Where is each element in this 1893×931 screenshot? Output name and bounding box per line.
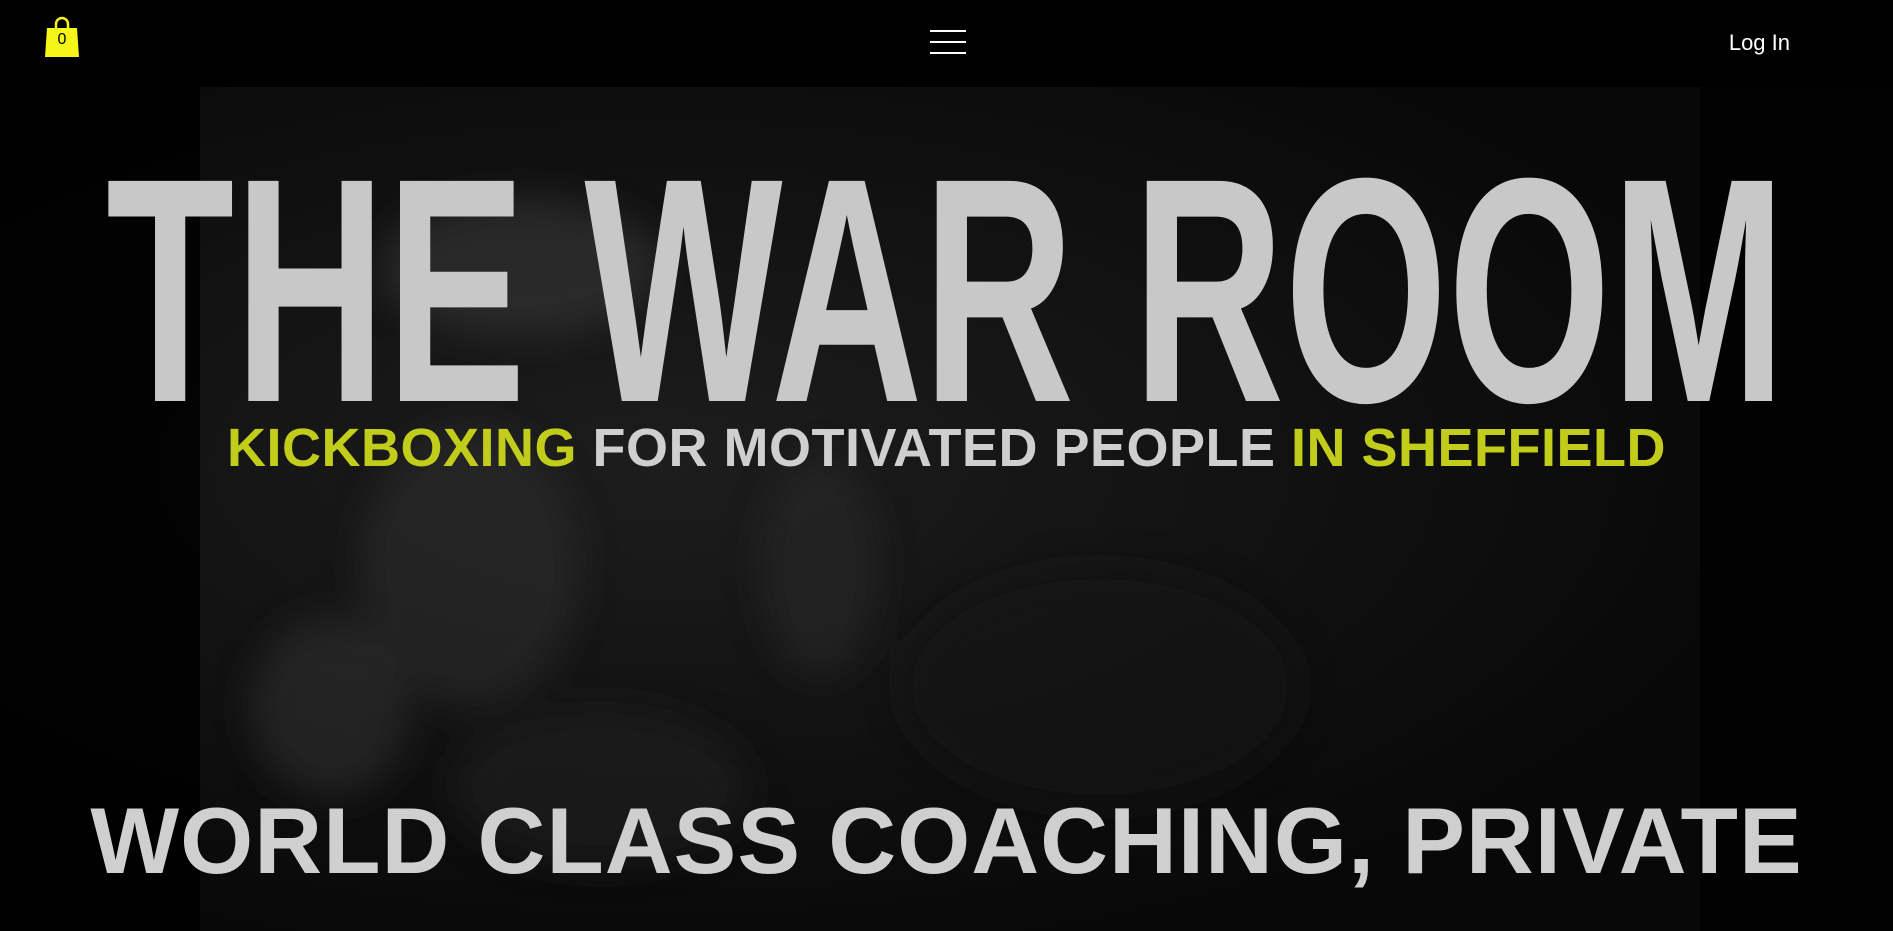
cart-button[interactable]: 0 [44,14,80,58]
login-link[interactable]: Log In [1700,30,1790,56]
hero-title-text: THE WAR ROOM [106,117,1786,417]
hero-subtitle: KICKBOXING FOR MOTIVATED PEOPLE IN SHEFF… [0,417,1893,479]
cart-count: 0 [57,31,67,48]
hero-section: THE WAR ROOM KICKBOXING FOR MOTIVATED PE… [0,87,1893,931]
site-header: 0 Log In [0,0,1893,87]
hero-tagline: WORLD CLASS COACHING, PRIVATE [90,788,1803,893]
hamburger-menu-icon[interactable] [930,30,966,56]
subtitle-highlight-kickboxing: KICKBOXING [226,418,577,478]
hero-title: THE WAR ROOM [106,117,1786,417]
subtitle-highlight-location: IN SHEFFIELD [1291,418,1667,478]
subtitle-middle: FOR MOTIVATED PEOPLE [576,418,1292,478]
